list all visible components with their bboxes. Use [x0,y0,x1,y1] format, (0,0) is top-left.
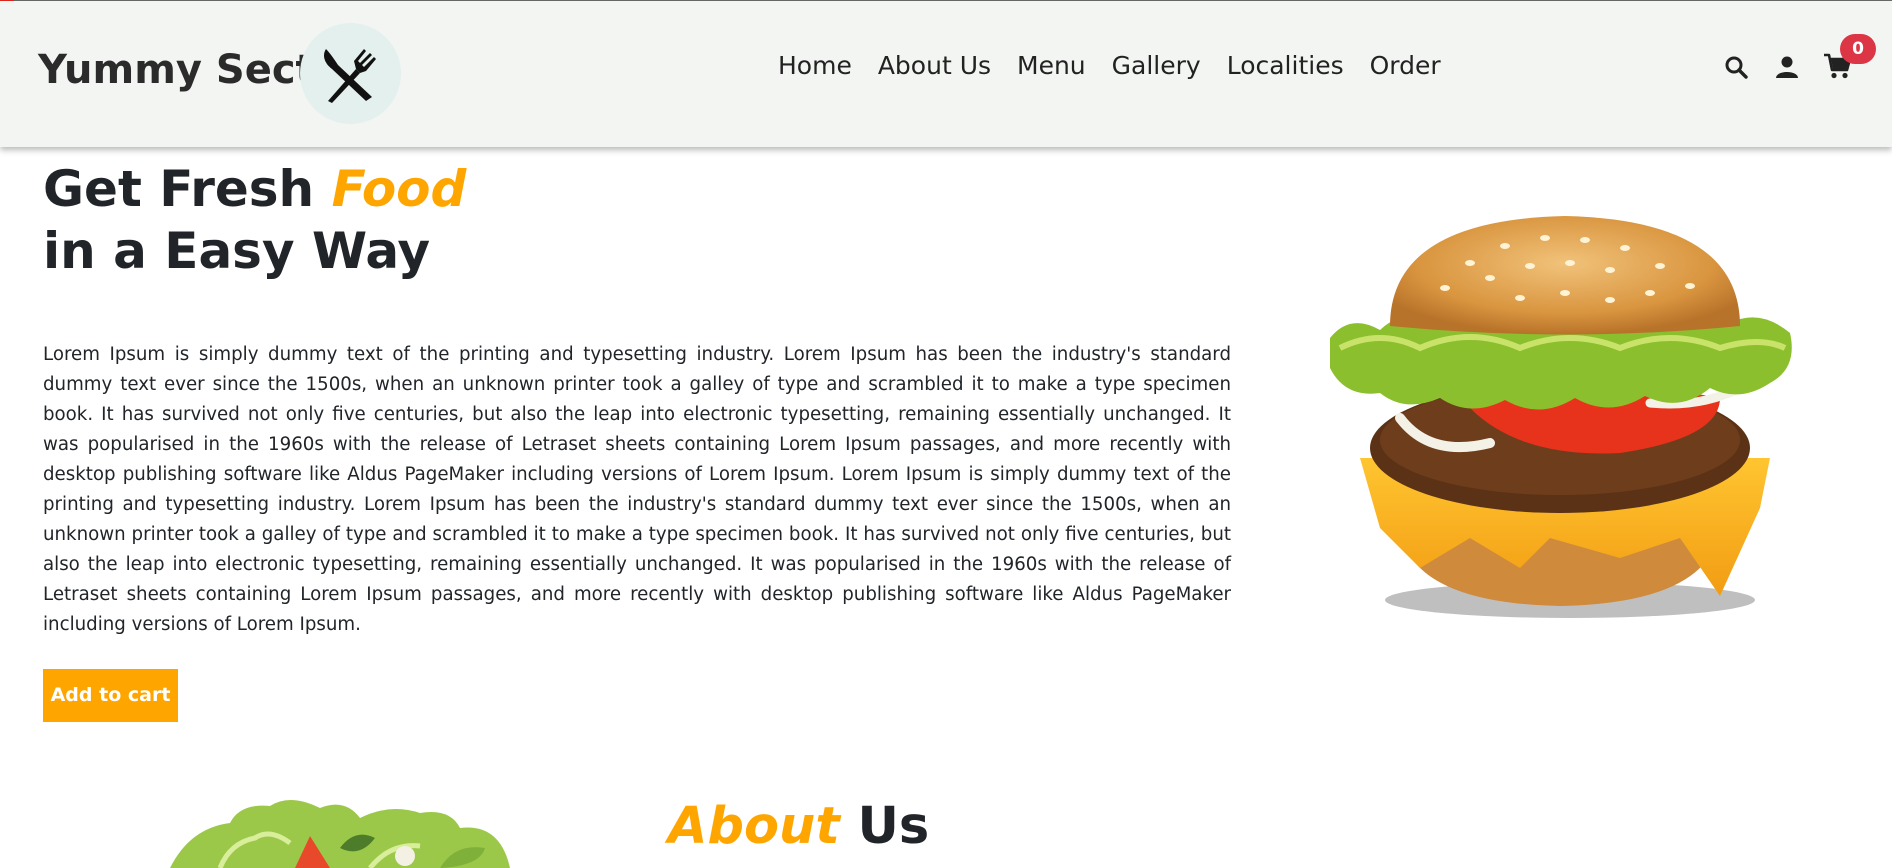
burger-image [1330,216,1792,618]
about-title-accent: About [668,797,840,856]
hero-title: Get Fresh Food in a Easy Way [43,158,466,282]
hero-title-line2: in a Easy Way [43,222,431,280]
search-icon[interactable] [1724,55,1748,83]
fork-knife-icon [324,49,376,103]
cart-count-badge: 0 [1840,34,1876,64]
logo[interactable] [300,23,401,124]
hero-title-prefix: Get Fresh [43,160,332,218]
salad-image [170,799,510,868]
nav-localities[interactable]: Localities [1227,51,1344,80]
about-title: About Us [668,797,929,856]
nav-about-us[interactable]: About Us [878,51,991,80]
hero-title-accent: Food [331,160,467,218]
about-title-rest: Us [839,797,930,856]
nav-order[interactable]: Order [1370,51,1441,80]
nav-menu[interactable]: Menu [1017,51,1086,80]
main-nav: Home About Us Menu Gallery Localities Or… [778,51,1467,80]
nav-home[interactable]: Home [778,51,852,80]
site-header: Yummy Section Home About Us Menu Gallery… [0,1,1892,147]
nav-gallery[interactable]: Gallery [1112,51,1201,80]
add-to-cart-button[interactable]: Add to cart [43,669,178,722]
user-icon[interactable] [1775,55,1799,83]
hero-description: Lorem Ipsum is simply dummy text of the … [43,344,1231,635]
